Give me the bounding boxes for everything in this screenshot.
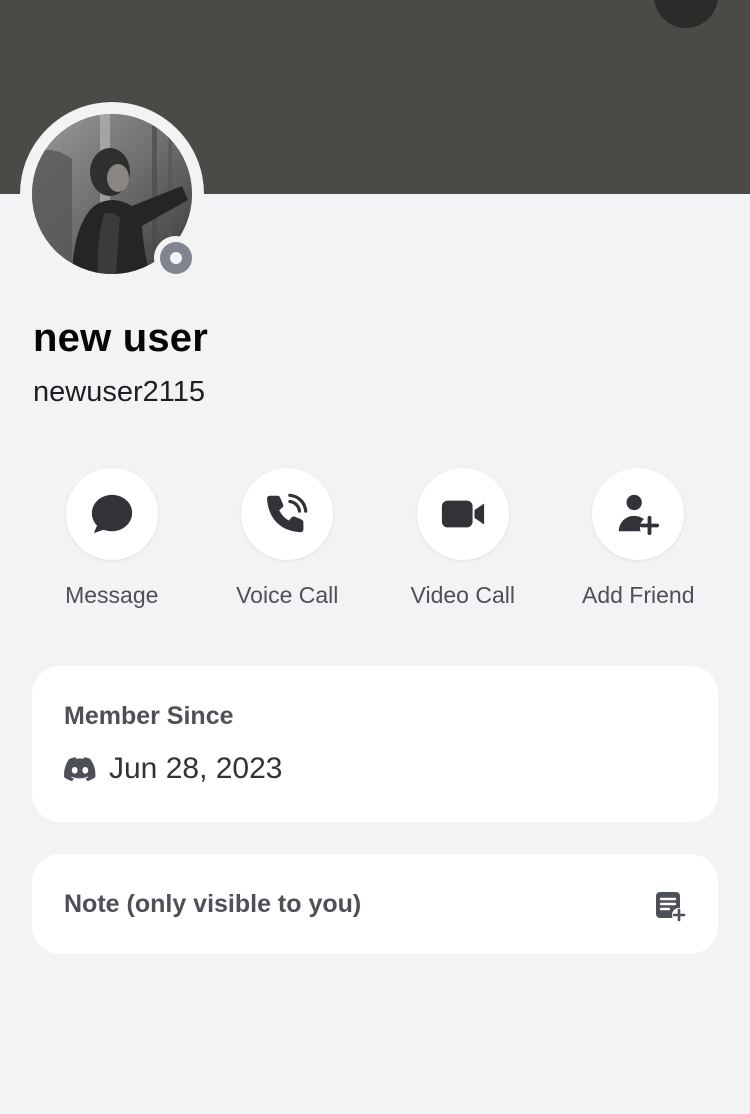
username[interactable]: newuser2115 xyxy=(33,376,205,409)
add-friend-icon xyxy=(619,494,660,536)
video-camera-icon xyxy=(441,500,484,528)
note-title: Note (only visible to you) xyxy=(64,890,362,918)
voice-call-button[interactable]: Voice Call xyxy=(200,468,376,618)
add-friend-button-circle[interactable] xyxy=(592,468,685,560)
video-call-button[interactable]: Video Call xyxy=(375,468,551,618)
message-label: Message xyxy=(65,582,159,608)
profile-actions: Message Voice Call Video Call Add Friend xyxy=(24,468,726,618)
status-dot-fill xyxy=(160,242,192,274)
chat-bubble-icon xyxy=(91,494,132,534)
status-offline-indicator xyxy=(154,236,198,280)
member-since-date: Jun 28, 2023 xyxy=(109,752,283,785)
phone-call-icon xyxy=(267,493,308,533)
member-since-title: Member Since xyxy=(64,702,234,730)
add-note-icon[interactable] xyxy=(654,890,686,922)
message-button[interactable]: Message xyxy=(24,468,200,618)
display-name: new user xyxy=(33,316,208,360)
status-dot-hole xyxy=(170,252,182,264)
note-card[interactable]: Note (only visible to you) xyxy=(32,854,718,954)
banner-menu-button[interactable] xyxy=(654,0,718,28)
add-friend-label: Add Friend xyxy=(581,582,695,608)
voice-call-label: Voice Call xyxy=(236,582,339,608)
member-since-row: Jun 28, 2023 xyxy=(64,752,282,786)
video-call-label: Video Call xyxy=(410,582,515,608)
add-friend-button[interactable]: Add Friend xyxy=(551,468,727,618)
voice-call-button-circle[interactable] xyxy=(241,468,334,560)
video-call-button-circle[interactable] xyxy=(416,468,509,560)
message-button-circle[interactable] xyxy=(65,468,158,560)
member-since-card: Member Since Jun 28, 2023 xyxy=(32,666,718,822)
discord-logo-icon xyxy=(64,757,96,781)
